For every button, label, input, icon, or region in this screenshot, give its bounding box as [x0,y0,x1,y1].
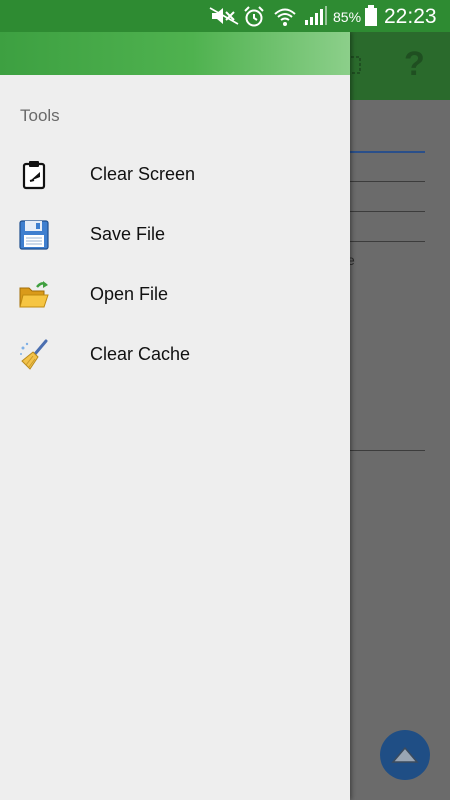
wifi-icon [273,6,297,33]
menu-item-clear-screen[interactable]: Clear Screen [0,147,350,203]
clipboard-icon [18,159,50,191]
content-divider [350,450,425,451]
broom-icon [18,339,50,371]
status-bar: 85% 22:23 [0,0,450,32]
floppy-disk-icon [18,219,50,251]
screen: 85% 22:23 ? e Tools Clear Screen Save Fi… [0,0,450,800]
menu-item-open-file[interactable]: Open File [0,267,350,323]
content-divider [350,211,425,212]
clock: 22:23 [384,5,437,28]
menu-item-label: Open File [90,284,169,304]
mute-icon [208,6,240,31]
menu-item-label: Save File [90,224,166,244]
battery-icon [364,5,378,32]
navigation-drawer: Tools Clear Screen Save File Open File C… [0,32,350,800]
menu-item-label: Clear Cache [90,344,191,364]
content-divider [350,241,425,242]
menu-item-save-file[interactable]: Save File [0,207,350,263]
open-folder-icon [18,279,50,311]
battery-percent: 85% [333,9,362,25]
alarm-icon [243,6,265,33]
menu-item-clear-cache[interactable]: Clear Cache [0,327,350,383]
drawer-header [0,32,350,75]
chevron-up-icon [391,744,419,771]
drawer-section-title: Tools [20,106,60,125]
menu-item-label: Clear Screen [90,164,196,184]
content-divider [350,151,425,153]
signal-icon [304,6,328,31]
content-divider [350,181,425,182]
scroll-top-button[interactable] [380,730,430,780]
help-icon[interactable]: ? [404,45,425,84]
